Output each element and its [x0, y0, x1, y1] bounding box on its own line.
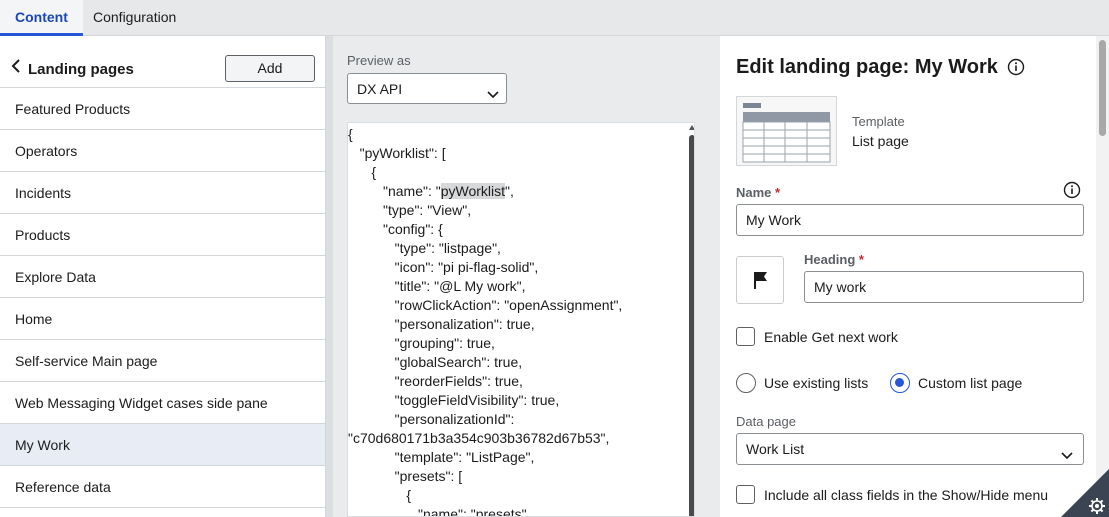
json-preview[interactable]: { "pyWorklist": [ { "name": "pyWorklist"… — [347, 122, 695, 517]
list-item-reference-data[interactable]: Reference data — [0, 466, 325, 508]
code-line: "type": "listpage", — [348, 240, 501, 256]
code-line: "rowClickAction": "openAssignment", — [348, 297, 623, 313]
code-line: "title": "@L My work", — [348, 278, 526, 294]
required-mark: * — [775, 185, 781, 200]
list-item-featured-products[interactable]: Featured Products — [0, 88, 325, 130]
template-label: Template — [852, 114, 905, 129]
info-icon[interactable] — [1063, 181, 1081, 199]
code-line: "reorderFields": true, — [348, 373, 523, 389]
code-line: "grouping": true, — [348, 335, 495, 351]
data-page-select[interactable]: Work List — [736, 433, 1084, 465]
code-line: "personalizationId": — [348, 411, 515, 427]
list-item-incidents[interactable]: Incidents — [0, 172, 325, 214]
list-item-operators[interactable]: Operators — [0, 130, 325, 172]
code-line: "pyWorklist": [ — [348, 145, 446, 161]
highlighted-text: pyWorklist — [440, 183, 506, 199]
code-line: { — [348, 487, 412, 503]
landing-pages-header: Landing pages Add — [0, 36, 325, 88]
scroll-thumb[interactable] — [689, 135, 694, 516]
data-page-label: Data page — [736, 414, 796, 429]
gear-icon — [1089, 498, 1105, 514]
flag-icon — [754, 272, 767, 289]
code-line: "c70d680171b3a354c903b36782d67b53", — [348, 430, 610, 446]
use-existing-lists-label[interactable]: Use existing lists — [764, 375, 868, 391]
radio-selected-dot — [895, 378, 904, 387]
data-page-value: Work List — [746, 441, 805, 457]
list-item-self-service-main-page[interactable]: Self-service Main page — [0, 340, 325, 382]
code-line: "config": { — [348, 221, 443, 237]
heading-label: Heading * — [804, 252, 864, 267]
scroll-thumb[interactable] — [1099, 40, 1106, 136]
name-field[interactable]: My Work — [736, 204, 1084, 236]
tab-content[interactable]: Content — [0, 0, 83, 36]
required-mark: * — [858, 252, 864, 267]
panel-divider[interactable] — [326, 36, 333, 517]
preview-as-value: DX API — [357, 81, 403, 97]
top-tab-bar: Content Configuration — [0, 0, 1109, 36]
enable-get-next-work-label[interactable]: Enable Get next work — [764, 329, 898, 345]
custom-list-page-label[interactable]: Custom list page — [918, 375, 1022, 391]
code-line: "icon": "pi pi-flag-solid", — [348, 259, 539, 275]
json-code: { "pyWorklist": [ { "name": "pyWorklist"… — [348, 125, 623, 517]
code-line: { — [348, 164, 377, 180]
code-scrollbar[interactable] — [688, 123, 694, 516]
preview-as-select[interactable]: DX API — [347, 73, 507, 104]
template-thumbnail-icon — [736, 96, 837, 166]
custom-list-page-radio[interactable] — [890, 373, 910, 393]
preview-as-label: Preview as — [347, 53, 411, 68]
settings-corner[interactable] — [1061, 469, 1109, 517]
list-item-home[interactable]: Home — [0, 298, 325, 340]
info-icon[interactable] — [1007, 58, 1025, 76]
landing-pages-list: Featured Products Operators Incidents Pr… — [0, 88, 325, 508]
list-item-explore-data[interactable]: Explore Data — [0, 256, 325, 298]
name-value: My Work — [746, 212, 801, 228]
heading-field[interactable]: My work — [804, 271, 1084, 303]
edit-landing-page-panel: Edit landing page: My Work Template List… — [720, 36, 1109, 517]
landing-pages-title: Landing pages — [28, 61, 134, 78]
code-line: "globalSearch": true, — [348, 354, 523, 370]
code-line: "presets": [ — [348, 468, 463, 484]
add-button[interactable]: Add — [225, 55, 315, 82]
code-line: "personalization": true, — [348, 316, 535, 332]
code-line: "type": "View", — [348, 202, 472, 218]
code-line: "name": "presets", — [348, 506, 531, 517]
chevron-down-icon — [1061, 446, 1073, 460]
name-label: Name * — [736, 185, 781, 200]
scroll-up-icon[interactable] — [689, 125, 694, 130]
panel-scrollbar[interactable] — [1096, 36, 1109, 517]
list-item-my-work[interactable]: My Work — [0, 424, 325, 466]
chevron-down-icon — [487, 85, 499, 99]
code-line: "name": " — [348, 183, 441, 199]
code-line: "template": "ListPage", — [348, 449, 535, 465]
icon-picker-button[interactable] — [736, 256, 784, 304]
code-line-suffix: ", — [505, 183, 514, 199]
template-value: List page — [852, 133, 909, 149]
list-item-products[interactable]: Products — [0, 214, 325, 256]
include-all-class-fields-label[interactable]: Include all class fields in the Show/Hid… — [764, 487, 1048, 503]
include-all-class-fields-checkbox[interactable] — [736, 485, 755, 504]
enable-get-next-work-checkbox[interactable] — [736, 327, 755, 346]
use-existing-lists-radio[interactable] — [736, 373, 756, 393]
page-title: Edit landing page: My Work — [736, 56, 998, 78]
code-line: { — [348, 126, 353, 142]
tab-configuration[interactable]: Configuration — [78, 0, 191, 36]
list-item-web-messaging-widget[interactable]: Web Messaging Widget cases side pane — [0, 382, 325, 424]
code-line: "toggleFieldVisibility": true, — [348, 392, 560, 408]
landing-pages-panel: Landing pages Add Featured Products Oper… — [0, 36, 326, 517]
heading-value: My work — [814, 279, 867, 295]
preview-panel: Preview as DX API { "pyWorklist": [ { "n… — [326, 36, 720, 517]
chevron-left-icon[interactable] — [11, 58, 21, 77]
